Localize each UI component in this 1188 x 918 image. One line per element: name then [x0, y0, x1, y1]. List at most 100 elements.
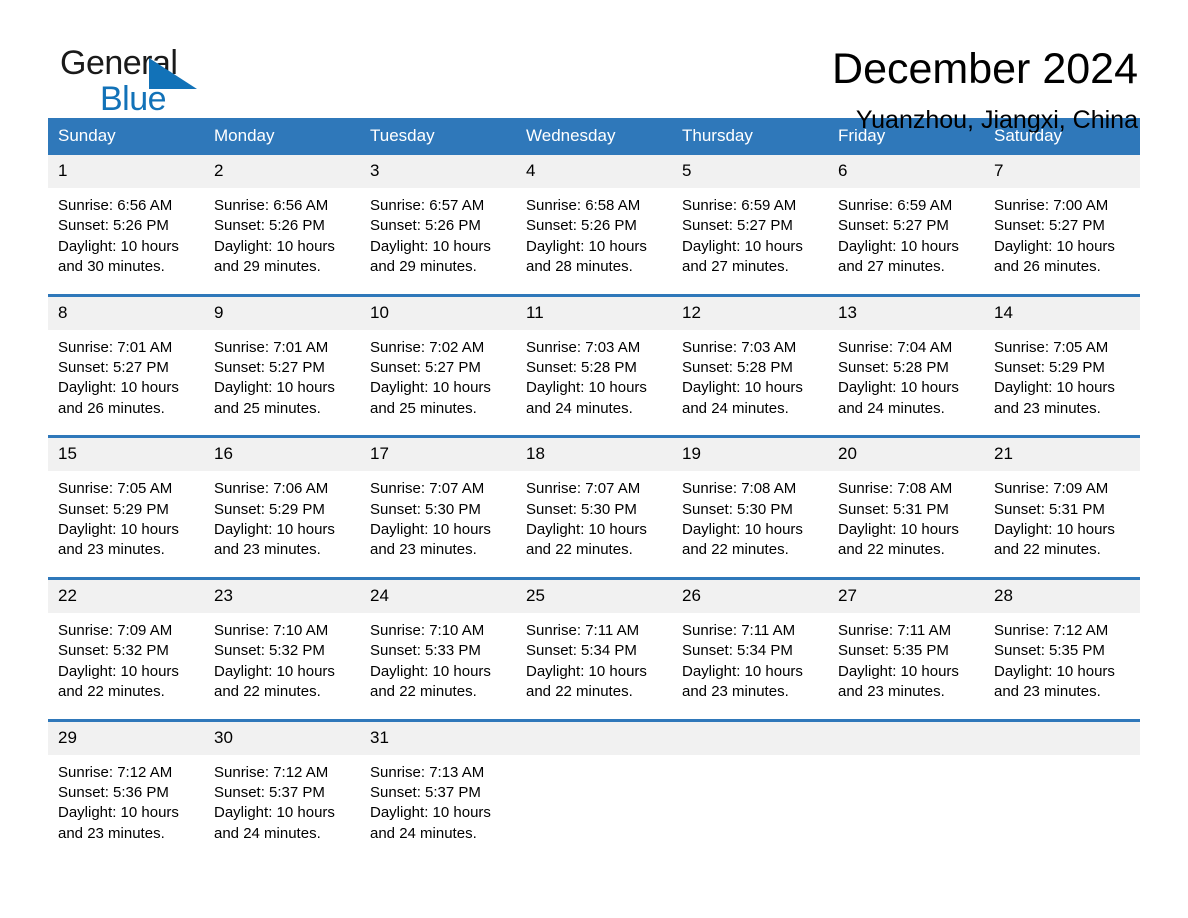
- calendar-day-cell[interactable]: 21 Sunrise: 7:09 AM Sunset: 5:31 PM Dayligh…: [984, 435, 1140, 579]
- calendar-day-cell[interactable]: 14 Sunrise: 7:05 AM Sunset: 5:29 PM Dayligh…: [984, 293, 1140, 437]
- day-number: 25: [516, 579, 672, 613]
- weekday-header-label: Saturday: [994, 126, 1063, 145]
- calendar-day-cell[interactable]: 29 Sunrise: 7:12 AM Sunset: 5:36 PM Dayligh…: [48, 718, 204, 861]
- sunrise-time: Sunrise: 7:01 AM: [58, 338, 173, 356]
- daylight-duration-line1: Daylight: 10 hours: [370, 804, 491, 822]
- day-number: 2: [204, 155, 360, 188]
- calendar-day-cell[interactable]: 31 Sunrise: 7:13 AM Sunset: 5:37 PM Dayligh…: [360, 718, 516, 861]
- calendar-day-cell[interactable]: 24 Sunrise: 7:10 AM Sunset: 5:33 PM Dayligh…: [360, 576, 516, 720]
- sunrise-time: Sunrise: 7:00 AM: [994, 197, 1109, 214]
- weekday-header-label: Tuesday: [370, 126, 435, 145]
- calendar-day-cell[interactable]: 1 Sunrise: 6:56 AM Sunset: 5:26 PM Daylight…: [48, 155, 204, 295]
- sunrise-time: Sunrise: 7:10 AM: [214, 621, 329, 639]
- daylight-duration-line2: and 23 minutes.: [58, 824, 165, 842]
- weekday-header-thursday: Thursday: [672, 118, 828, 155]
- daylight-duration-line1: Daylight: 10 hours: [214, 379, 335, 397]
- calendar-day-cell[interactable]: 2 Sunrise: 6:56 AM Sunset: 5:26 PM Daylight…: [204, 155, 360, 295]
- calendar-day-cell[interactable]: 28 Sunrise: 7:12 AM Sunset: 5:35 PM Dayligh…: [984, 576, 1140, 720]
- day-number: 6: [828, 155, 984, 188]
- day-details: Sunrise: 7:11 AM Sunset: 5:34 PM Daylight:…: [672, 613, 828, 719]
- calendar-day-cell[interactable]: 18 Sunrise: 7:07 AM Sunset: 5:30 PM Dayligh…: [516, 435, 672, 579]
- daylight-duration-line1: Daylight: 10 hours: [214, 662, 335, 680]
- calendar-day-cell[interactable]: 8 Sunrise: 7:01 AM Sunset: 5:27 PM Daylight…: [48, 293, 204, 437]
- calendar-day-cell[interactable]: 6 Sunrise: 6:59 AM Sunset: 5:27 PM Daylight…: [828, 155, 984, 295]
- weekday-header-label: Thursday: [682, 126, 753, 145]
- daylight-duration-line1: Daylight: 10 hours: [58, 662, 179, 680]
- calendar-day-cell[interactable]: 11 Sunrise: 7:03 AM Sunset: 5:28 PM Dayligh…: [516, 293, 672, 437]
- daylight-duration-line2: and 24 minutes.: [370, 824, 477, 842]
- sunset-time: Sunset: 5:26 PM: [214, 217, 325, 235]
- daylight-duration-line2: and 24 minutes.: [838, 399, 945, 417]
- calendar-day-cell[interactable]: 9 Sunrise: 7:01 AM Sunset: 5:27 PM Daylight…: [204, 293, 360, 437]
- calendar-week-row: 22 Sunrise: 7:09 AM Sunset: 5:32 PM Dayligh…: [48, 576, 1140, 720]
- calendar-day-cell[interactable]: 3 Sunrise: 6:57 AM Sunset: 5:26 PM Daylight…: [360, 155, 516, 295]
- sunset-time: Sunset: 5:28 PM: [838, 359, 949, 377]
- daylight-duration-line2: and 23 minutes.: [838, 683, 945, 701]
- calendar-day-cell[interactable]: 22 Sunrise: 7:09 AM Sunset: 5:32 PM Dayligh…: [48, 576, 204, 720]
- calendar-day-cell[interactable]: 10 Sunrise: 7:02 AM Sunset: 5:27 PM Dayligh…: [360, 293, 516, 437]
- day-number: 30: [204, 721, 360, 755]
- calendar-day-cell[interactable]: 16 Sunrise: 7:06 AM Sunset: 5:29 PM Dayligh…: [204, 435, 360, 579]
- day-number: 4: [516, 155, 672, 188]
- day-number: 10: [360, 296, 516, 330]
- sunrise-time: Sunrise: 7:05 AM: [994, 338, 1109, 356]
- sunset-time: Sunset: 5:34 PM: [526, 642, 637, 660]
- calendar-day-cell[interactable]: 19 Sunrise: 7:08 AM Sunset: 5:30 PM Dayligh…: [672, 435, 828, 579]
- daylight-duration-line1: Daylight: 10 hours: [682, 662, 803, 680]
- calendar-day-cell[interactable]: 25 Sunrise: 7:11 AM Sunset: 5:34 PM Dayligh…: [516, 576, 672, 720]
- sunset-time: Sunset: 5:27 PM: [370, 359, 481, 377]
- daylight-duration-line2: and 24 minutes.: [526, 399, 633, 417]
- sunrise-time: Sunrise: 6:59 AM: [682, 197, 797, 214]
- calendar-day-cell[interactable]: 30 Sunrise: 7:12 AM Sunset: 5:37 PM Dayligh…: [204, 718, 360, 861]
- daylight-duration-line2: and 23 minutes.: [994, 683, 1101, 701]
- daylight-duration-line1: Daylight: 10 hours: [994, 521, 1115, 539]
- calendar-day-cell[interactable]: 23 Sunrise: 7:10 AM Sunset: 5:32 PM Dayligh…: [204, 576, 360, 720]
- daylight-duration-line2: and 22 minutes.: [526, 683, 633, 701]
- calendar-day-cell[interactable]: 15 Sunrise: 7:05 AM Sunset: 5:29 PM Dayligh…: [48, 435, 204, 579]
- sunset-time: Sunset: 5:27 PM: [994, 217, 1105, 235]
- sunset-time: Sunset: 5:29 PM: [994, 359, 1105, 377]
- sunset-time: Sunset: 5:33 PM: [370, 642, 481, 660]
- day-details: Sunrise: 7:02 AM Sunset: 5:27 PM Daylight:…: [360, 330, 516, 436]
- day-details: Sunrise: 6:57 AM Sunset: 5:26 PM Daylight:…: [360, 188, 516, 294]
- sunrise-time: Sunrise: 6:58 AM: [526, 197, 641, 214]
- calendar-day-cell[interactable]: 27 Sunrise: 7:11 AM Sunset: 5:35 PM Dayligh…: [828, 576, 984, 720]
- daylight-duration-line2: and 24 minutes.: [214, 824, 321, 842]
- daylight-duration-line1: Daylight: 10 hours: [370, 379, 491, 397]
- day-number: [516, 721, 672, 755]
- calendar-day-cell[interactable]: 12 Sunrise: 7:03 AM Sunset: 5:28 PM Dayligh…: [672, 293, 828, 437]
- daylight-duration-line1: Daylight: 10 hours: [994, 237, 1115, 255]
- calendar-day-cell[interactable]: 7 Sunrise: 7:00 AM Sunset: 5:27 PM Daylight…: [984, 155, 1140, 295]
- title-block: December 2024 Yuanzhou, Jiangxi, China: [832, 44, 1140, 137]
- day-number: [828, 721, 984, 755]
- sunset-time: Sunset: 5:37 PM: [370, 783, 481, 801]
- sunset-time: Sunset: 5:26 PM: [370, 217, 481, 235]
- daylight-duration-line2: and 26 minutes.: [994, 258, 1101, 276]
- sunrise-time: Sunrise: 7:09 AM: [58, 621, 173, 639]
- day-number: 8: [48, 296, 204, 330]
- weekday-header-label: Wednesday: [526, 126, 616, 145]
- calendar-day-cell-empty: [516, 718, 672, 861]
- calendar-day-cell[interactable]: 13 Sunrise: 7:04 AM Sunset: 5:28 PM Dayligh…: [828, 293, 984, 437]
- calendar-day-cell[interactable]: 5 Sunrise: 6:59 AM Sunset: 5:27 PM Daylight…: [672, 155, 828, 295]
- calendar-day-cell[interactable]: 20 Sunrise: 7:08 AM Sunset: 5:31 PM Dayligh…: [828, 435, 984, 579]
- daylight-duration-line1: Daylight: 10 hours: [58, 804, 179, 822]
- day-number: 18: [516, 438, 672, 472]
- sunrise-time: Sunrise: 7:04 AM: [838, 338, 953, 356]
- day-details: Sunrise: 6:56 AM Sunset: 5:26 PM Daylight:…: [48, 188, 204, 294]
- calendar-day-cell[interactable]: 26 Sunrise: 7:11 AM Sunset: 5:34 PM Dayligh…: [672, 576, 828, 720]
- daylight-duration-line2: and 22 minutes.: [214, 683, 321, 701]
- sunset-time: Sunset: 5:35 PM: [994, 642, 1105, 660]
- daylight-duration-line1: Daylight: 10 hours: [682, 521, 803, 539]
- day-details: Sunrise: 7:06 AM Sunset: 5:29 PM Daylight:…: [204, 471, 360, 577]
- daylight-duration-line2: and 30 minutes.: [58, 258, 165, 276]
- calendar-week-row: 15 Sunrise: 7:05 AM Sunset: 5:29 PM Dayligh…: [48, 435, 1140, 579]
- sunrise-time: Sunrise: 7:12 AM: [58, 763, 173, 781]
- daylight-duration-line1: Daylight: 10 hours: [370, 237, 491, 255]
- day-details: Sunrise: 7:12 AM Sunset: 5:37 PM Daylight:…: [204, 755, 360, 861]
- daylight-duration-line1: Daylight: 10 hours: [58, 237, 179, 255]
- daylight-duration-line2: and 23 minutes.: [682, 683, 789, 701]
- day-details: Sunrise: 7:01 AM Sunset: 5:27 PM Daylight:…: [204, 330, 360, 436]
- calendar-day-cell[interactable]: 4 Sunrise: 6:58 AM Sunset: 5:26 PM Daylight…: [516, 155, 672, 295]
- calendar-day-cell[interactable]: 17 Sunrise: 7:07 AM Sunset: 5:30 PM Dayligh…: [360, 435, 516, 579]
